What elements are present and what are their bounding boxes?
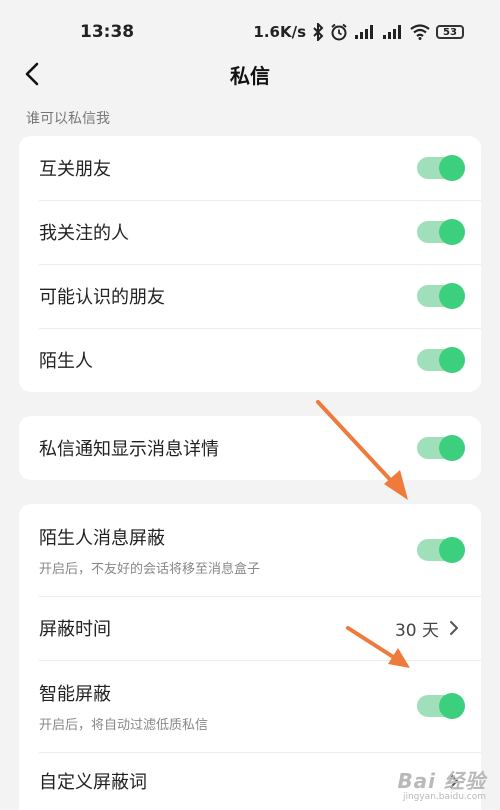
- section-label: 谁可以私信我: [26, 111, 110, 127]
- setting-label: 可能认识的朋友: [39, 287, 165, 308]
- status-icons: 1.6K/s 53: [253, 23, 464, 41]
- baidu-watermark: Bai 经验 jingyan.baidu.com: [397, 765, 486, 802]
- smart-block-toggle[interactable]: [417, 693, 465, 719]
- setting-label: 私信通知显示消息详情: [39, 439, 219, 460]
- signal-icon: [354, 24, 376, 40]
- setting-label: 陌生人: [39, 351, 93, 372]
- setting-text: 陌生人消息屏蔽 开启后，不友好的会话将移至消息盒子: [39, 524, 260, 577]
- toggle-knob: [439, 155, 465, 181]
- alarm-icon: [330, 23, 348, 41]
- setting-row-notification-details: 私信通知显示消息详情: [19, 416, 481, 480]
- setting-row-mutual-friends: 互关朋友: [19, 136, 481, 200]
- may-know-toggle[interactable]: [417, 283, 465, 309]
- toggle-knob: [439, 537, 465, 563]
- setting-label: 陌生人消息屏蔽: [39, 527, 165, 549]
- setting-description: 开启后，不友好的会话将移至消息盒子: [39, 561, 261, 577]
- notification-card: 私信通知显示消息详情: [19, 416, 481, 480]
- signal-icon: [382, 24, 404, 40]
- wifi-icon: [410, 24, 430, 40]
- watermark-sub: jingyan.baidu.com: [402, 792, 486, 802]
- setting-description: 开启后，将自动过滤低质私信: [39, 717, 209, 733]
- block-time-value-wrap: 30 天: [395, 616, 459, 641]
- toggle-knob: [439, 435, 465, 461]
- setting-label: 我关注的人: [39, 223, 129, 244]
- chevron-right-icon: [450, 621, 458, 635]
- back-button[interactable]: [14, 56, 50, 92]
- strangers-toggle[interactable]: [417, 347, 465, 373]
- toggle-knob: [439, 283, 465, 309]
- notification-details-toggle[interactable]: [417, 435, 465, 461]
- who-can-message-card: 互关朋友 我关注的人 可能认识的朋友 陌生人: [19, 136, 481, 392]
- setting-label: 互关朋友: [39, 159, 111, 180]
- back-chevron-icon: [25, 62, 39, 86]
- bluetooth-icon: [312, 23, 324, 41]
- page-title: 私信: [230, 63, 270, 88]
- setting-label: 自定义屏蔽词: [39, 772, 147, 793]
- setting-label: 智能屏蔽: [39, 683, 111, 705]
- watermark-main: Bai 经验: [397, 769, 486, 793]
- setting-row-block-time[interactable]: 屏蔽时间 30 天: [19, 596, 481, 660]
- setting-row-smart-block: 智能屏蔽 开启后，将自动过滤低质私信: [19, 660, 481, 752]
- toggle-knob: [439, 219, 465, 245]
- status-time: 13:38: [80, 22, 135, 42]
- mutual-friends-toggle[interactable]: [417, 155, 465, 181]
- battery-indicator: 53: [436, 25, 464, 39]
- setting-row-following: 我关注的人: [19, 200, 481, 264]
- network-speed: 1.6K/s: [253, 23, 306, 41]
- toggle-knob: [439, 347, 465, 373]
- setting-row-may-know: 可能认识的朋友: [19, 264, 481, 328]
- setting-row-stranger-block: 陌生人消息屏蔽 开启后，不友好的会话将移至消息盒子: [19, 504, 481, 596]
- block-time-value: 30 天: [394, 620, 439, 641]
- stranger-block-toggle[interactable]: [417, 537, 465, 563]
- following-toggle[interactable]: [417, 219, 465, 245]
- setting-text: 智能屏蔽 开启后，将自动过滤低质私信: [39, 680, 208, 733]
- nav-bar: 私信: [0, 50, 500, 98]
- setting-row-strangers: 陌生人: [19, 328, 481, 392]
- setting-label: 屏蔽时间: [39, 619, 111, 640]
- toggle-knob: [439, 693, 465, 719]
